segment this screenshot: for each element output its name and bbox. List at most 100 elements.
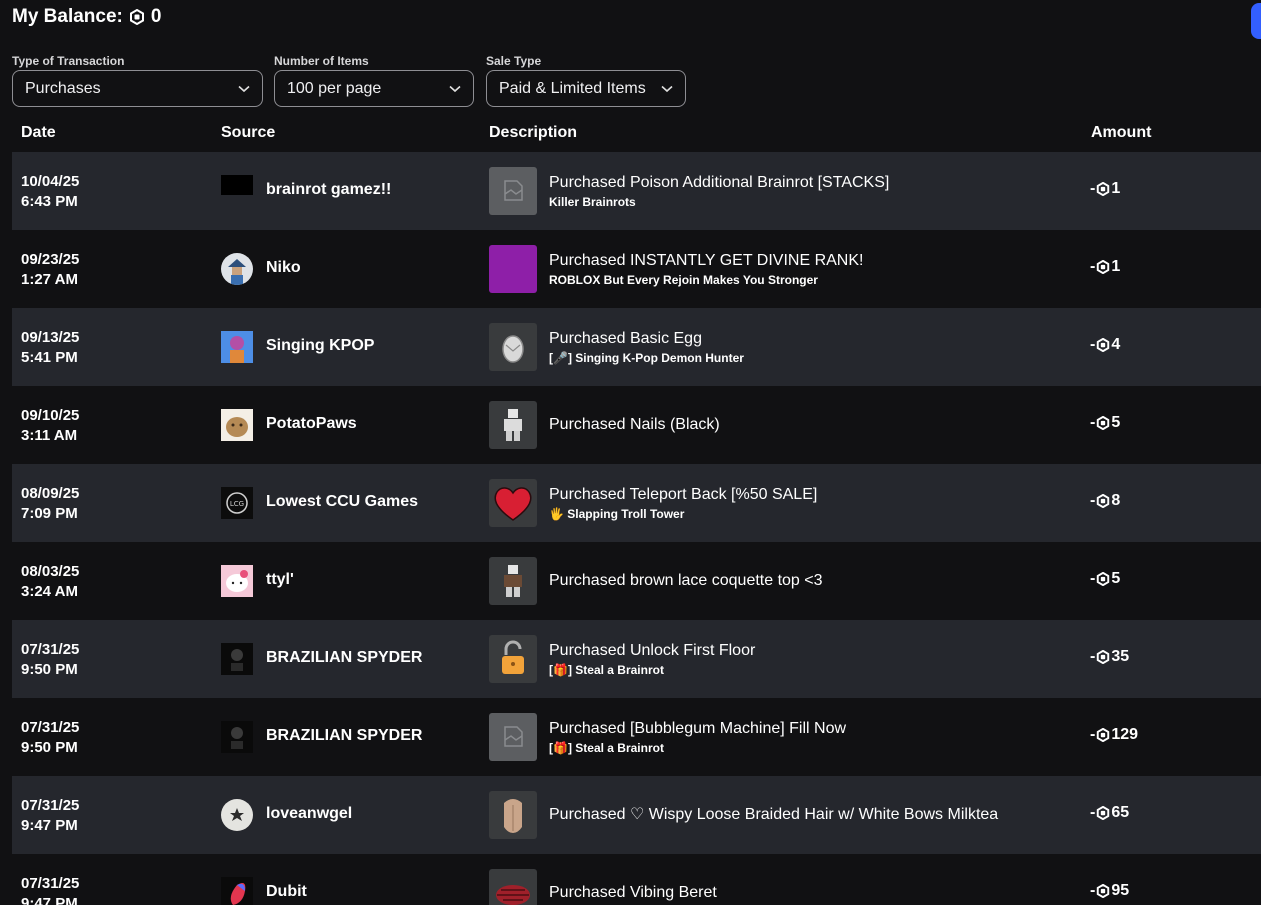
amount-sign: - — [1090, 180, 1096, 197]
source-name[interactable]: BRAZILIAN SPYDER — [266, 649, 422, 667]
svg-text:LCG: LCG — [230, 500, 244, 508]
source-avatar[interactable]: LCG — [221, 487, 253, 519]
item-title[interactable]: Purchased INSTANTLY GET DIVINE RANK! — [549, 251, 863, 271]
source-name[interactable]: PotatoPaws — [266, 415, 357, 433]
source-avatar[interactable] — [221, 331, 253, 363]
row-date: 08/09/25 — [21, 485, 80, 502]
braided-hair-icon — [504, 799, 522, 833]
description-cell: Purchased Vibing Beret — [549, 854, 717, 905]
row-time: 3:24 AM — [21, 583, 78, 600]
column-source: Source — [221, 124, 276, 141]
item-thumbnail[interactable] — [489, 791, 537, 839]
amount-cell: - 1 — [1090, 180, 1120, 198]
source-name[interactable]: loveanwgel — [266, 805, 352, 823]
date-cell: 07/31/25 9:47 PM — [21, 874, 79, 905]
experience-name[interactable]: Killer Brainrots — [549, 194, 889, 210]
experience-name[interactable]: 🖐 Slapping Troll Tower — [549, 506, 817, 522]
transaction-type-select[interactable]: Purchases — [12, 70, 263, 107]
source-avatar[interactable] — [221, 253, 253, 285]
row-time: 9:47 PM — [21, 817, 78, 834]
action-button[interactable] — [1251, 3, 1261, 39]
robux-icon — [1097, 572, 1110, 586]
source-name[interactable]: Lowest CCU Games — [266, 493, 418, 511]
amount-cell: - 35 — [1090, 648, 1129, 666]
item-title[interactable]: Purchased brown lace coquette top <3 — [549, 571, 823, 591]
source-name[interactable]: Singing KPOP — [266, 337, 374, 355]
filter-number-of-items: Number of Items 100 per page — [274, 54, 474, 107]
amount-cell: - 5 — [1090, 414, 1120, 432]
column-amount: Amount — [1091, 124, 1152, 141]
amount-cell: - 129 — [1090, 726, 1138, 744]
row-time: 7:09 PM — [21, 505, 78, 522]
beret-icon — [496, 885, 530, 905]
item-title[interactable]: Purchased Teleport Back [%50 SALE] — [549, 485, 817, 505]
item-title[interactable]: Purchased ♡ Wispy Loose Braided Hair w/ … — [549, 805, 998, 825]
item-thumbnail[interactable] — [489, 635, 537, 683]
filter-transaction-type: Type of Transaction Purchases — [12, 54, 263, 107]
source-avatar[interactable] — [221, 799, 253, 831]
item-thumbnail[interactable] — [489, 557, 537, 605]
source-avatar[interactable] — [221, 877, 253, 905]
item-title[interactable]: Purchased Basic Egg — [549, 329, 744, 349]
amount-value: 95 — [1111, 882, 1130, 899]
description-cell: Purchased brown lace coquette top <3 — [549, 542, 823, 620]
spyder-logo-icon — [231, 727, 243, 749]
item-title[interactable]: Purchased Vibing Beret — [549, 883, 717, 903]
description-cell: Purchased INSTANTLY GET DIVINE RANK! ROB… — [549, 230, 863, 308]
source-name[interactable]: BRAZILIAN SPYDER — [266, 727, 422, 745]
experience-name[interactable]: [🎁] Steal a Brainrot — [549, 740, 846, 756]
item-title[interactable]: Purchased Poison Additional Brainrot [ST… — [549, 173, 889, 193]
robux-icon — [1097, 884, 1110, 898]
filter-label: Number of Items — [274, 54, 369, 68]
source-name[interactable]: Niko — [266, 259, 301, 277]
experience-name[interactable]: ROBLOX But Every Rejoin Makes You Strong… — [549, 272, 863, 288]
item-title[interactable]: Purchased [Bubblegum Machine] Fill Now — [549, 719, 846, 739]
items-per-page-select[interactable]: 100 per page — [274, 70, 474, 107]
item-thumbnail[interactable] — [489, 323, 537, 371]
table-row: 07/31/25 9:47 PM Dubit Purchased Vibing B… — [12, 854, 1261, 905]
date-cell: 08/03/25 3:24 AM — [21, 562, 79, 602]
balance-label: My Balance: — [12, 6, 123, 27]
balance-value: 0 — [150, 6, 162, 27]
source-name[interactable]: ttyl' — [266, 571, 294, 589]
source-avatar[interactable] — [221, 643, 253, 675]
filter-label: Type of Transaction — [12, 54, 125, 68]
row-date: 09/23/25 — [21, 251, 80, 268]
source-name[interactable]: Dubit — [266, 883, 307, 901]
item-title[interactable]: Purchased Unlock First Floor — [549, 641, 755, 661]
filter-label: Sale Type — [486, 54, 542, 68]
select-value: 100 per page — [287, 79, 382, 97]
amount-value: 1 — [1111, 258, 1121, 275]
item-thumbnail[interactable] — [489, 869, 537, 905]
table-row: 09/13/25 5:41 PM Singing KPOP Purchased B… — [12, 308, 1261, 386]
table-row: 07/31/25 9:47 PM loveanwgel Purchased ♡ W… — [12, 776, 1261, 854]
row-time: 9:50 PM — [21, 739, 78, 756]
sale-type-select[interactable]: Paid & Limited Items — [486, 70, 686, 107]
table-row: 07/31/25 9:50 PM BRAZILIAN SPYDER Purchas… — [12, 620, 1261, 698]
source-name[interactable]: brainrot gamez!! — [266, 181, 391, 199]
row-date: 07/31/25 — [21, 797, 80, 814]
item-thumbnail[interactable] — [489, 713, 537, 761]
amount-value: 5 — [1111, 570, 1121, 587]
experience-name[interactable]: [🎤] Singing K-Pop Demon Hunter — [549, 350, 744, 366]
experience-name[interactable]: [🎁] Steal a Brainrot — [549, 662, 755, 678]
table-header: Date Source Description Amount — [12, 114, 1261, 152]
lcg-logo-icon: LCG — [226, 492, 248, 514]
item-thumbnail[interactable] — [489, 479, 537, 527]
date-cell: 07/31/25 9:50 PM — [21, 718, 79, 758]
row-date: 10/04/25 — [21, 173, 80, 190]
spyder-logo-icon — [231, 649, 243, 671]
source-avatar[interactable] — [221, 721, 253, 753]
item-thumbnail[interactable] — [489, 401, 537, 449]
source-avatar[interactable] — [221, 565, 253, 597]
avatar-icon — [228, 259, 246, 285]
item-thumbnail[interactable] — [489, 167, 537, 215]
source-avatar[interactable] — [221, 175, 253, 195]
item-title[interactable]: Purchased Nails (Black) — [549, 415, 720, 435]
amount-value: 4 — [1111, 336, 1121, 353]
filter-sale-type: Sale Type Paid & Limited Items — [486, 54, 686, 107]
amount-cell: - 1 — [1090, 258, 1120, 276]
item-thumbnail[interactable] — [489, 245, 537, 293]
description-cell: Purchased Unlock First Floor [🎁] Steal a… — [549, 620, 755, 698]
source-avatar[interactable] — [221, 409, 253, 441]
